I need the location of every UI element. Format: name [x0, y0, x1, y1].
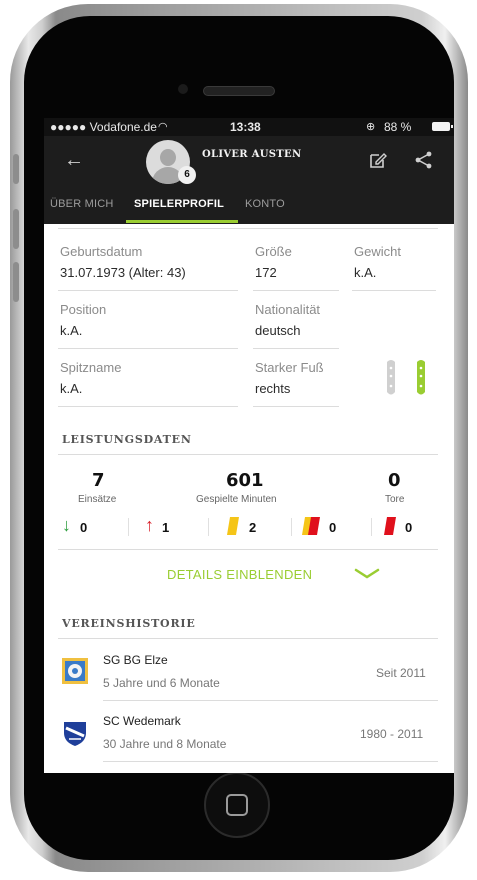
clock: 13:38 — [230, 120, 261, 134]
back-arrow-icon[interactable]: ← — [64, 148, 84, 172]
home-button[interactable] — [204, 772, 270, 838]
club-period: 1980 - 2011 — [360, 727, 424, 741]
divider — [253, 348, 339, 349]
rotation-lock-icon: ⊕ — [366, 121, 376, 133]
volume-up-button — [13, 209, 19, 249]
performance-section-title: LEISTUNGSDATEN — [62, 433, 192, 446]
app-screen: ●●●●● Vodafone.de ◠ 13:38 ⊕ 88 % ← 6 OLI… — [44, 118, 454, 773]
separator — [371, 518, 372, 536]
arrow-down-icon: ↓ — [62, 515, 71, 535]
divider — [58, 348, 238, 349]
front-camera — [178, 84, 188, 94]
position-label: Position — [60, 302, 107, 317]
subbed-in-count: 0 — [80, 520, 88, 535]
divider — [58, 454, 438, 455]
jersey-number-badge: 6 — [178, 166, 196, 184]
minutes-value: 601 — [226, 470, 264, 491]
strong-foot-value: rechts — [255, 381, 291, 396]
avatar-head-shape — [160, 149, 176, 166]
divider — [58, 228, 438, 229]
separator — [128, 518, 129, 536]
position-value: k.A. — [60, 323, 83, 338]
yellow-card-count: 2 — [249, 520, 257, 535]
divider — [253, 406, 339, 407]
details-toggle-button[interactable]: DETAILS EINBLENDEN — [167, 567, 312, 582]
divider — [103, 761, 438, 762]
arrow-up-icon: ↑ — [145, 515, 154, 535]
nationality-label: Nationalität — [255, 302, 321, 317]
birthdate-label: Geburtsdatum — [60, 244, 143, 259]
divider — [103, 700, 438, 701]
wifi-icon: ◠ — [158, 121, 168, 133]
nickname-label: Spitzname — [60, 360, 122, 375]
active-tab-indicator — [126, 220, 238, 223]
nickname-value: k.A. — [60, 381, 83, 396]
battery-icon — [432, 122, 453, 131]
separator — [291, 518, 292, 536]
divider — [58, 638, 438, 639]
subbed-out-count: 1 — [162, 520, 170, 535]
right-boot-icon — [417, 360, 425, 395]
club-name: SC Wedemark — [103, 714, 181, 728]
sg-bg-elze-logo-icon — [62, 658, 88, 684]
earpiece-speaker — [203, 86, 275, 96]
club-history-title: VEREINSHISTORIE — [62, 617, 196, 630]
share-icon[interactable] — [414, 150, 434, 170]
volume-down-button — [13, 262, 19, 302]
height-value: 172 — [255, 265, 277, 280]
club-period: Seit 2011 — [376, 666, 426, 680]
goals-label: Tore — [385, 494, 405, 505]
birthdate-value: 31.07.1973 (Alter: 43) — [60, 265, 186, 280]
home-square-icon — [226, 794, 248, 816]
tab-bar: ÜBER MICH SPIELERPROFIL KONTO — [44, 186, 454, 224]
battery-percent: 88 % — [384, 120, 412, 134]
weight-value: k.A. — [354, 265, 377, 280]
player-name: OLIVER AUSTEN — [202, 149, 302, 160]
tab-konto[interactable]: KONTO — [245, 198, 285, 210]
red-card-count: 0 — [405, 520, 413, 535]
appearances-value: 7 — [92, 470, 105, 491]
weight-label: Gewicht — [354, 244, 401, 259]
divider — [253, 290, 339, 291]
club-duration: 30 Jahre und 8 Monate — [103, 737, 227, 751]
yellow-red-card-icon — [302, 517, 320, 535]
chevron-down-icon[interactable] — [354, 568, 380, 580]
left-boot-icon — [387, 360, 395, 395]
strong-foot-label: Starker Fuß — [255, 360, 324, 375]
edit-icon[interactable] — [368, 150, 388, 170]
divider — [58, 549, 438, 550]
divider — [58, 406, 238, 407]
appearances-label: Einsätze — [78, 494, 117, 505]
goals-value: 0 — [388, 470, 401, 491]
club-duration: 5 Jahre und 6 Monate — [103, 676, 220, 690]
status-bar: ●●●●● Vodafone.de ◠ 13:38 ⊕ 88 % — [44, 118, 454, 136]
height-label: Größe — [255, 244, 292, 259]
mute-switch — [13, 154, 19, 184]
divider — [58, 290, 238, 291]
nationality-value: deutsch — [255, 323, 301, 338]
sc-wedemark-logo-icon — [64, 722, 86, 746]
app-bar: ← 6 OLIVER AUSTEN — [44, 136, 454, 186]
carrier-label: ●●●●● Vodafone.de — [50, 120, 157, 134]
separator — [208, 518, 209, 536]
minutes-label: Gespielte Minuten — [196, 494, 277, 505]
divider — [352, 290, 436, 291]
club-name: SG BG Elze — [103, 653, 168, 667]
tab-spielerprofil[interactable]: SPIELERPROFIL — [134, 198, 224, 210]
yellow-red-card-count: 0 — [329, 520, 337, 535]
tab-ueber-mich[interactable]: ÜBER MICH — [50, 198, 114, 210]
red-card-icon — [384, 517, 396, 535]
yellow-card-icon — [227, 517, 239, 535]
profile-content: Geburtsdatum 31.07.1973 (Alter: 43) Größ… — [44, 224, 454, 773]
